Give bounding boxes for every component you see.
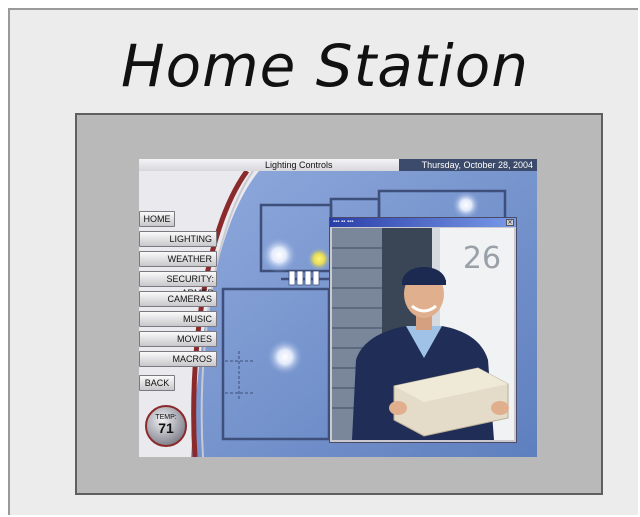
light-bulb-icon [261, 237, 297, 273]
page-title: Home Station [121, 32, 529, 100]
temperature-badge[interactable]: TEMP: 71 [145, 405, 187, 447]
home-button[interactable]: HOME [139, 211, 175, 227]
top-bar: Lighting Controls Thursday, October 28, … [139, 159, 537, 171]
light-bulb-icon [307, 247, 331, 271]
page-frame: Home Station Lighting Controls Thursday,… [8, 8, 638, 515]
touchscreen-bezel: Lighting Controls Thursday, October 28, … [75, 113, 603, 495]
camera-popup-titlebar[interactable]: ▪▪▪ ▪▪ ▪▪▪ × [330, 218, 516, 227]
cameras-button[interactable]: CAMERAS [139, 291, 217, 307]
date-display: Thursday, October 28, 2004 [399, 159, 537, 171]
camera-popup-title: ▪▪▪ ▪▪ ▪▪▪ [333, 219, 354, 225]
close-icon[interactable]: × [506, 219, 514, 226]
weather-button[interactable]: WEATHER [139, 251, 217, 267]
lighting-button[interactable]: LIGHTING [139, 231, 217, 247]
music-button[interactable]: MUSIC [139, 311, 217, 327]
camera-popup[interactable]: ▪▪▪ ▪▪ ▪▪▪ × 26 [329, 217, 517, 443]
security-button[interactable]: SECURITY: ARMED [139, 271, 217, 298]
top-bar-left [139, 159, 259, 171]
house-number: 26 [463, 241, 501, 276]
temperature-value: 71 [158, 420, 174, 436]
section-title: Lighting Controls [259, 159, 399, 171]
light-bulb-icon [452, 191, 480, 219]
macros-button[interactable]: MACROS [139, 351, 217, 367]
movies-button[interactable]: MOVIES [139, 331, 217, 347]
touchscreen-display: Lighting Controls Thursday, October 28, … [139, 159, 537, 457]
light-bulb-icon [267, 339, 303, 375]
back-button[interactable]: BACK [139, 375, 175, 391]
camera-feed-image: 26 [332, 228, 514, 440]
